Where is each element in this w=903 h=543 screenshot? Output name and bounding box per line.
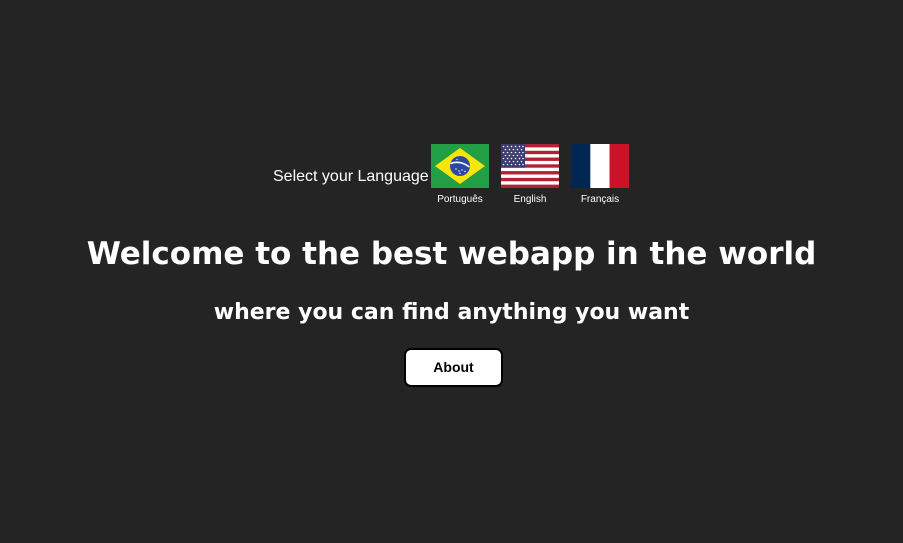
- usa-flag-icon[interactable]: [501, 144, 559, 188]
- page: Select your Language Português English F…: [0, 0, 903, 543]
- page-title: Welcome to the best webapp in the world: [86, 236, 817, 272]
- language-option-francais[interactable]: Français: [565, 144, 635, 208]
- about-button[interactable]: About: [404, 348, 503, 387]
- language-option-label: Français: [580, 194, 620, 205]
- france-flag-icon[interactable]: [571, 144, 629, 188]
- page-subtitle: where you can find anything you want: [213, 300, 690, 325]
- language-selector-label: Select your Language: [273, 168, 429, 185]
- language-option-label: Português: [437, 194, 483, 205]
- language-selector: Select your Language Português English F…: [0, 144, 903, 208]
- language-option-english[interactable]: English: [495, 144, 565, 208]
- language-option-portugues[interactable]: Português: [425, 144, 495, 208]
- brazil-flag-icon[interactable]: [431, 144, 489, 188]
- language-option-label: English: [513, 194, 547, 205]
